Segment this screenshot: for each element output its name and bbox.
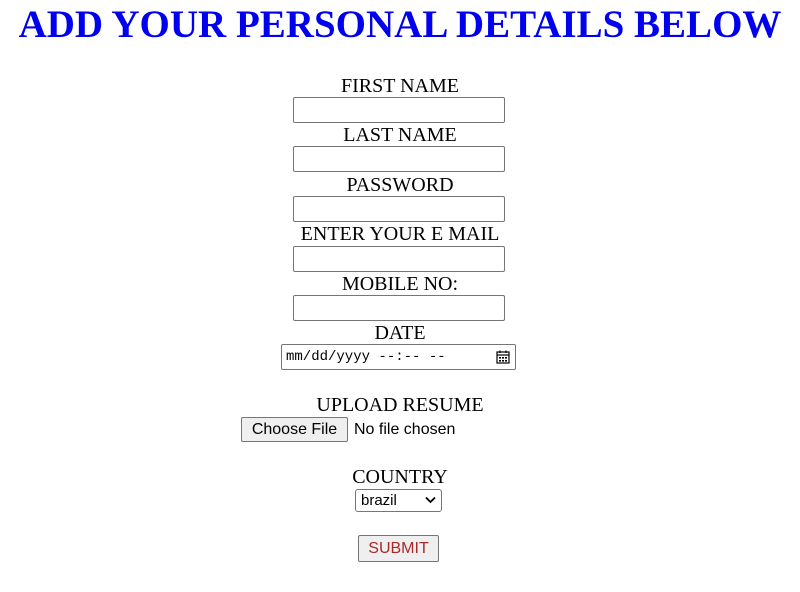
last-name-field[interactable] [293,146,505,172]
file-status-text: No file chosen [354,421,456,438]
mobile-field[interactable] [293,295,505,321]
password-field[interactable] [293,196,505,222]
calendar-icon[interactable] [496,350,510,364]
email-label: ENTER YOUR E MAIL [300,223,500,245]
page-title: ADD YOUR PERSONAL DETAILS BELOW [18,3,782,46]
date-field[interactable]: mm/dd/yyyy --:-- -- [281,344,516,370]
choose-file-button[interactable]: Choose File [241,417,348,442]
page: ADD YOUR PERSONAL DETAILS BELOW FIRST NA… [0,0,800,592]
date-label: DATE [374,322,426,344]
country-selected-value: brazil [361,492,397,509]
submit-button[interactable]: SUBMIT [358,535,439,562]
first-name-label: FIRST NAME [341,75,459,97]
country-select[interactable]: brazil [355,489,442,512]
country-label: COUNTRY [352,466,448,488]
chevron-down-icon [425,496,436,504]
mobile-label: MOBILE NO: [341,273,459,295]
first-name-field[interactable] [293,97,505,123]
email-field[interactable] [293,246,505,272]
last-name-label: LAST NAME [343,124,457,146]
password-label: PASSWORD [346,174,454,196]
date-placeholder: mm/dd/yyyy --:-- -- [286,349,446,365]
resume-label: UPLOAD RESUME [316,394,484,416]
